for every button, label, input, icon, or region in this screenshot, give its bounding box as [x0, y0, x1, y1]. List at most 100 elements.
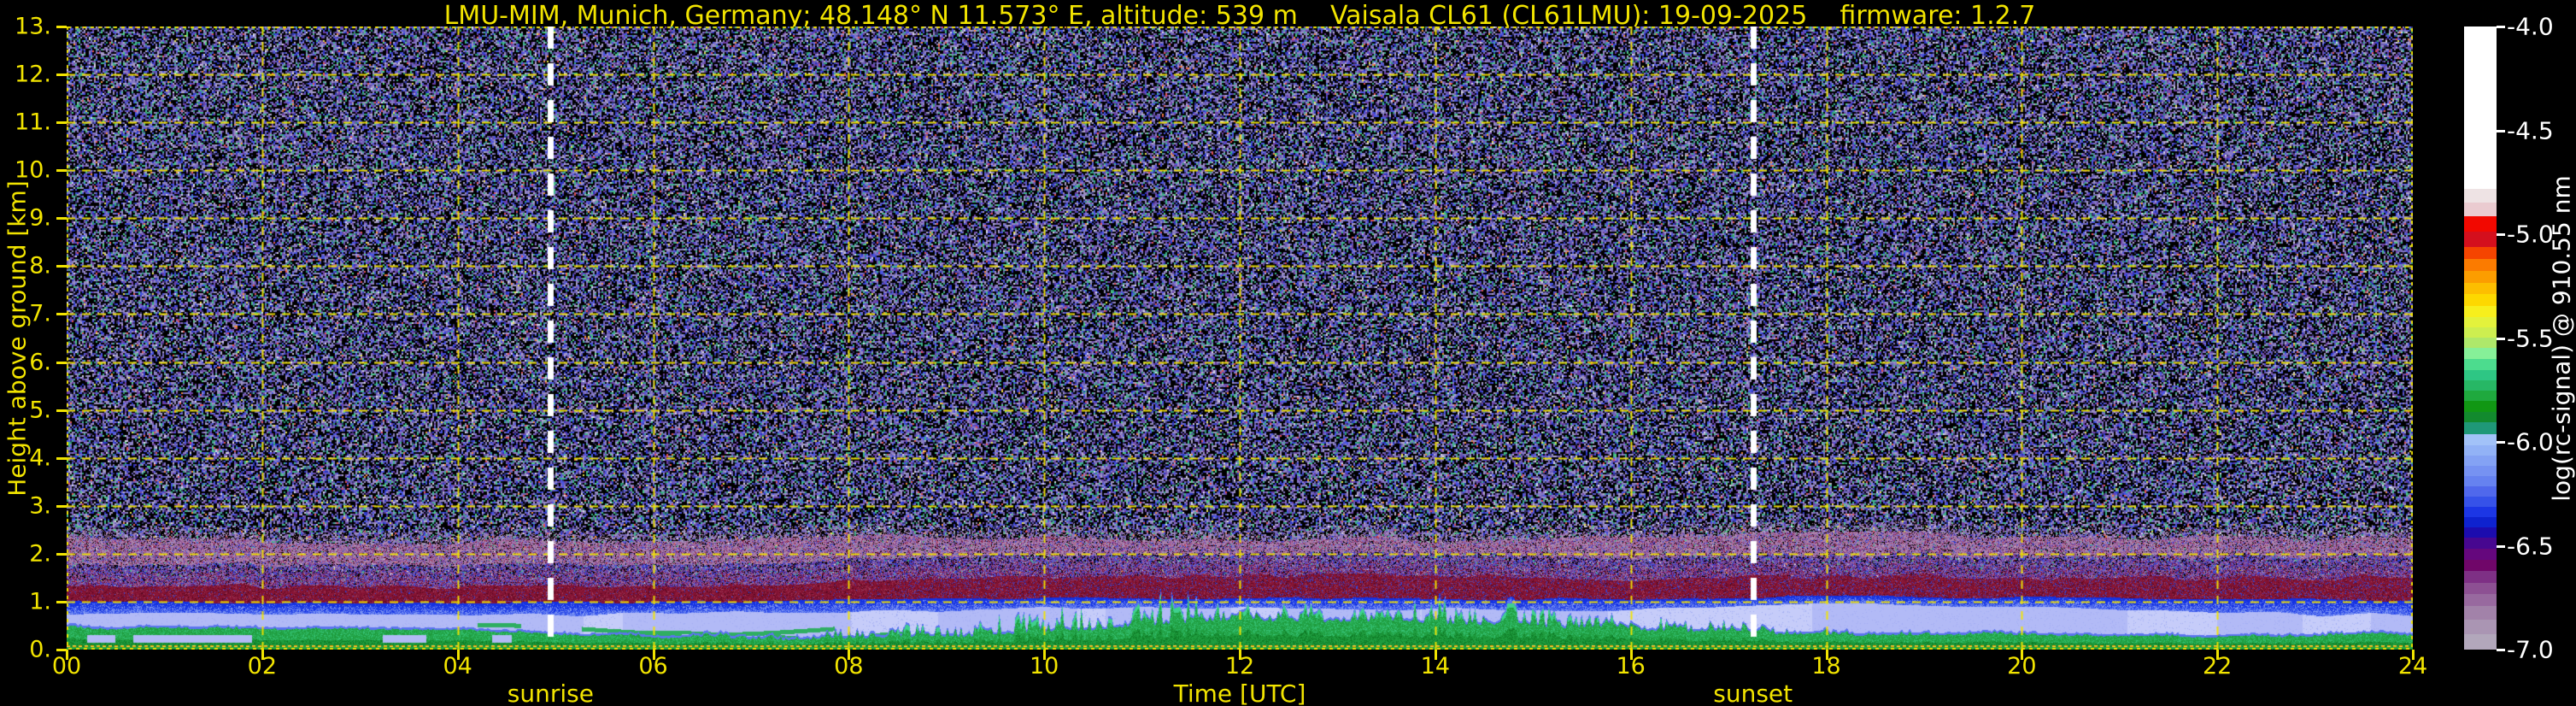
colorbar-segment — [2464, 316, 2497, 327]
colorbar-tick-label: -4.5 — [2507, 116, 2554, 144]
colorbar-tick-label: -7.0 — [2507, 635, 2554, 664]
y-tick-mark — [56, 169, 67, 173]
colorbar-segment — [2464, 465, 2497, 476]
y-tick-mark — [56, 600, 67, 603]
x-tick-mark — [2412, 650, 2415, 660]
y-tick-mark — [56, 217, 67, 221]
y-tick-label: 8. — [29, 252, 51, 279]
colorbar-segment — [2464, 232, 2497, 248]
colorbar-tick-mark — [2497, 129, 2505, 132]
colorbar-tick-mark — [2497, 233, 2505, 236]
colorbar-tick-label: -5.5 — [2507, 324, 2554, 352]
y-tick-label: 13. — [15, 13, 51, 40]
colorbar-tick-label: -5.0 — [2507, 220, 2554, 249]
colorbar-segment — [2464, 358, 2497, 371]
colorbar-segment — [2464, 216, 2497, 232]
x-tick-mark — [1434, 650, 1437, 660]
sunset-label: sunset — [1713, 680, 1793, 706]
colorbar-segment — [2464, 305, 2497, 317]
y-tick-label: 6. — [29, 349, 51, 376]
lidar-quicklook-figure: LMU-MIM, Munich, Germany; 48.148° N 11.5… — [0, 0, 2576, 706]
colorbar-tick-mark — [2497, 337, 2505, 340]
colorbar-segment — [2464, 444, 2497, 456]
colorbar-tick-label: -6.5 — [2507, 532, 2554, 560]
x-tick-mark — [2021, 650, 2024, 660]
colorbar-segment — [2464, 412, 2497, 423]
colorbar-tick-mark — [2497, 544, 2505, 548]
colorbar-segment — [2464, 516, 2497, 527]
y-tick-label: 4. — [29, 444, 51, 472]
y-tick-mark — [56, 265, 67, 268]
colorbar-segment — [2464, 370, 2497, 381]
colorbar-segment — [2464, 258, 2497, 271]
x-tick-mark — [1629, 650, 1633, 660]
y-tick-mark — [56, 313, 67, 316]
colorbar-segment — [2464, 270, 2497, 284]
y-tick-label: 9. — [29, 204, 51, 232]
colorbar-segment — [2464, 582, 2497, 594]
y-tick-label: 5. — [29, 397, 51, 424]
colorbar-segment — [2464, 506, 2497, 517]
x-tick-mark — [1043, 650, 1047, 660]
y-tick-label: 10. — [15, 156, 51, 184]
x-axis-label: Time [UTC] — [1173, 680, 1306, 706]
y-tick-mark — [56, 121, 67, 125]
colorbar-segment — [2464, 560, 2497, 572]
lidar-heatmap-canvas — [67, 26, 2413, 650]
colorbar-tick-mark — [2497, 441, 2505, 444]
y-tick-label: 2. — [29, 540, 51, 568]
colorbar-segment — [2464, 496, 2497, 507]
y-tick-label: 0. — [29, 636, 51, 663]
y-tick-mark — [56, 552, 67, 556]
y-tick-label: 3. — [29, 492, 51, 520]
colorbar-segment — [2464, 571, 2497, 583]
colorbar-segment — [2464, 294, 2497, 306]
x-tick-mark — [456, 650, 460, 660]
colorbar-segment — [2464, 548, 2497, 561]
colorbar-segment — [2464, 202, 2497, 217]
y-tick-label: 7. — [29, 300, 51, 327]
colorbar-label: log(rc-signal) @ 910.55 nm — [2547, 175, 2576, 502]
colorbar-segment — [2464, 391, 2497, 402]
y-tick-mark — [56, 26, 67, 28]
colorbar — [2464, 26, 2497, 650]
colorbar-segment — [2464, 475, 2497, 486]
colorbar-segment — [2464, 422, 2497, 434]
colorbar-segment — [2464, 327, 2497, 338]
colorbar-segment — [2464, 337, 2497, 348]
y-tick-label: 1. — [29, 588, 51, 615]
x-tick-mark — [2216, 650, 2220, 660]
colorbar-segment — [2464, 247, 2497, 259]
colorbar-tick-mark — [2497, 649, 2505, 651]
sunrise-label: sunrise — [507, 680, 594, 706]
colorbar-segment — [2464, 433, 2497, 445]
colorbar-tick-mark — [2497, 26, 2505, 28]
y-tick-mark — [56, 409, 67, 412]
x-tick-mark — [848, 650, 851, 660]
x-tick-mark — [261, 650, 264, 660]
colorbar-tick-label: -6.0 — [2507, 427, 2554, 456]
colorbar-segment — [2464, 593, 2497, 607]
colorbar-tick-label: -4.0 — [2507, 12, 2554, 41]
colorbar-segment — [2464, 401, 2497, 413]
colorbar-segment — [2464, 189, 2497, 203]
colorbar-segment — [2464, 619, 2497, 634]
colorbar-segment — [2464, 347, 2497, 359]
colorbar-segment — [2464, 485, 2497, 497]
y-tick-label: 11. — [15, 109, 51, 136]
colorbar-segment — [2464, 606, 2497, 620]
colorbar-segment — [2464, 283, 2497, 295]
x-tick-mark — [66, 650, 68, 660]
y-tick-mark — [56, 74, 67, 77]
y-tick-mark — [56, 456, 67, 460]
colorbar-segment — [2464, 527, 2497, 538]
colorbar-segment — [2464, 26, 2497, 190]
colorbar-segment — [2464, 537, 2497, 549]
colorbar-segment — [2464, 380, 2497, 391]
colorbar-segment — [2464, 633, 2497, 650]
y-tick-label: 12. — [15, 61, 51, 88]
x-tick-mark — [1825, 650, 1828, 660]
y-tick-mark — [56, 504, 67, 508]
x-tick-mark — [1239, 650, 1241, 660]
y-tick-mark — [56, 361, 67, 364]
